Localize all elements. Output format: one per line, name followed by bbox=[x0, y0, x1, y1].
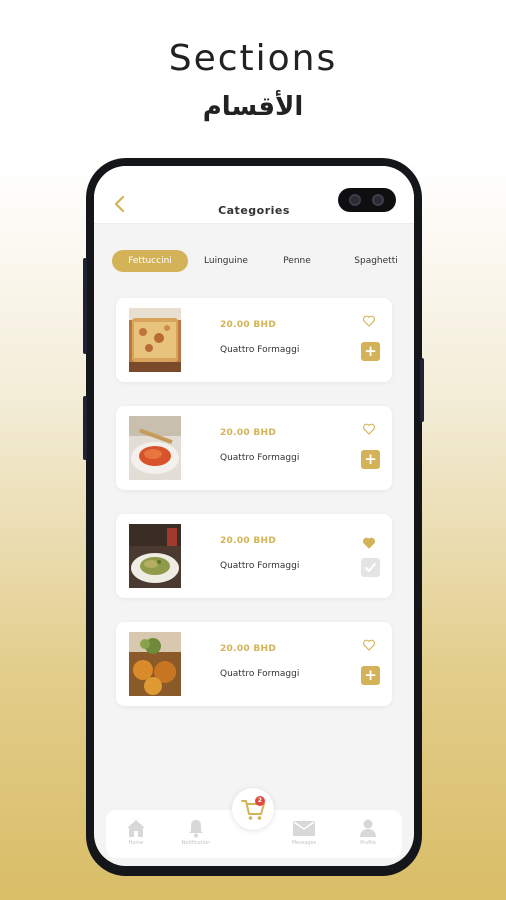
item-price: 20.00 BHD bbox=[220, 536, 277, 546]
phone-side-button bbox=[83, 258, 87, 354]
menu-item-card[interactable]: 20.00 BHD Quattro Formaggi + bbox=[116, 298, 392, 382]
bell-icon bbox=[189, 820, 203, 838]
nav-label-messages: Messages bbox=[291, 840, 317, 846]
check-icon bbox=[365, 563, 376, 572]
camera-lens bbox=[372, 194, 384, 206]
nav-messages[interactable]: Messages bbox=[280, 818, 328, 846]
home-icon bbox=[127, 820, 145, 837]
cart-icon bbox=[241, 800, 265, 820]
camera-lens bbox=[349, 194, 361, 206]
item-name: Quattro Formaggi bbox=[220, 453, 300, 463]
heart-filled-icon[interactable] bbox=[362, 536, 376, 550]
phone-power-button bbox=[420, 358, 424, 422]
promo-title: Sections bbox=[168, 38, 338, 79]
item-name: Quattro Formaggi bbox=[220, 669, 300, 679]
menu-item-card[interactable]: 20.00 BHD Quattro Formaggi + bbox=[116, 622, 392, 706]
phone-side-button bbox=[83, 396, 87, 460]
heart-outline-icon[interactable] bbox=[362, 422, 376, 436]
item-price: 20.00 BHD bbox=[220, 320, 277, 330]
spaghetti-photo bbox=[129, 416, 181, 480]
person-icon bbox=[360, 819, 376, 837]
cart-count-badge: 2 bbox=[255, 796, 265, 806]
tab-penne[interactable]: Penne bbox=[270, 250, 324, 272]
nav-label-home: Home bbox=[128, 840, 144, 846]
menu-item-card[interactable]: 20.00 BHD Quattro Formaggi bbox=[116, 514, 392, 598]
item-name: Quattro Formaggi bbox=[220, 561, 300, 571]
item-price: 20.00 BHD bbox=[220, 644, 277, 654]
tab-fettuccini[interactable]: Fettuccini bbox=[112, 250, 188, 272]
add-to-cart-button[interactable]: + bbox=[361, 666, 380, 685]
front-camera bbox=[338, 188, 396, 212]
item-price: 20.00 BHD bbox=[220, 428, 277, 438]
nav-label-profile: Profile bbox=[360, 840, 376, 846]
category-tabs: Fettuccini Luinguine Penne Spaghetti bbox=[112, 250, 414, 274]
promo-subtitle: الأقسام bbox=[202, 92, 304, 122]
nav-home[interactable]: Home bbox=[112, 818, 160, 846]
nav-label-notification: Notification bbox=[181, 840, 211, 846]
added-to-cart-button[interactable] bbox=[361, 558, 380, 577]
add-to-cart-button[interactable]: + bbox=[361, 450, 380, 469]
item-name: Quattro Formaggi bbox=[220, 345, 300, 355]
heart-outline-icon[interactable] bbox=[362, 638, 376, 652]
fried-dish-photo bbox=[129, 632, 181, 696]
tab-luinguine[interactable]: Luinguine bbox=[194, 250, 258, 272]
heart-outline-icon[interactable] bbox=[362, 314, 376, 328]
cart-button[interactable]: 2 bbox=[232, 788, 274, 830]
app-screen: Categories Fettuccini Luinguine Penne Sp… bbox=[94, 166, 414, 866]
tab-spaghetti[interactable]: Spaghetti bbox=[338, 250, 414, 272]
nav-profile[interactable]: Profile bbox=[344, 818, 392, 846]
envelope-icon bbox=[293, 821, 315, 836]
nav-notification[interactable]: Notification bbox=[172, 818, 220, 846]
menu-item-card[interactable]: 20.00 BHD Quattro Formaggi + bbox=[116, 406, 392, 490]
pesto-pasta-photo bbox=[129, 524, 181, 588]
add-to-cart-button[interactable]: + bbox=[361, 342, 380, 361]
top-bar: Categories bbox=[94, 166, 414, 224]
lasagna-photo bbox=[129, 308, 181, 372]
phone-frame: Categories Fettuccini Luinguine Penne Sp… bbox=[83, 158, 424, 876]
